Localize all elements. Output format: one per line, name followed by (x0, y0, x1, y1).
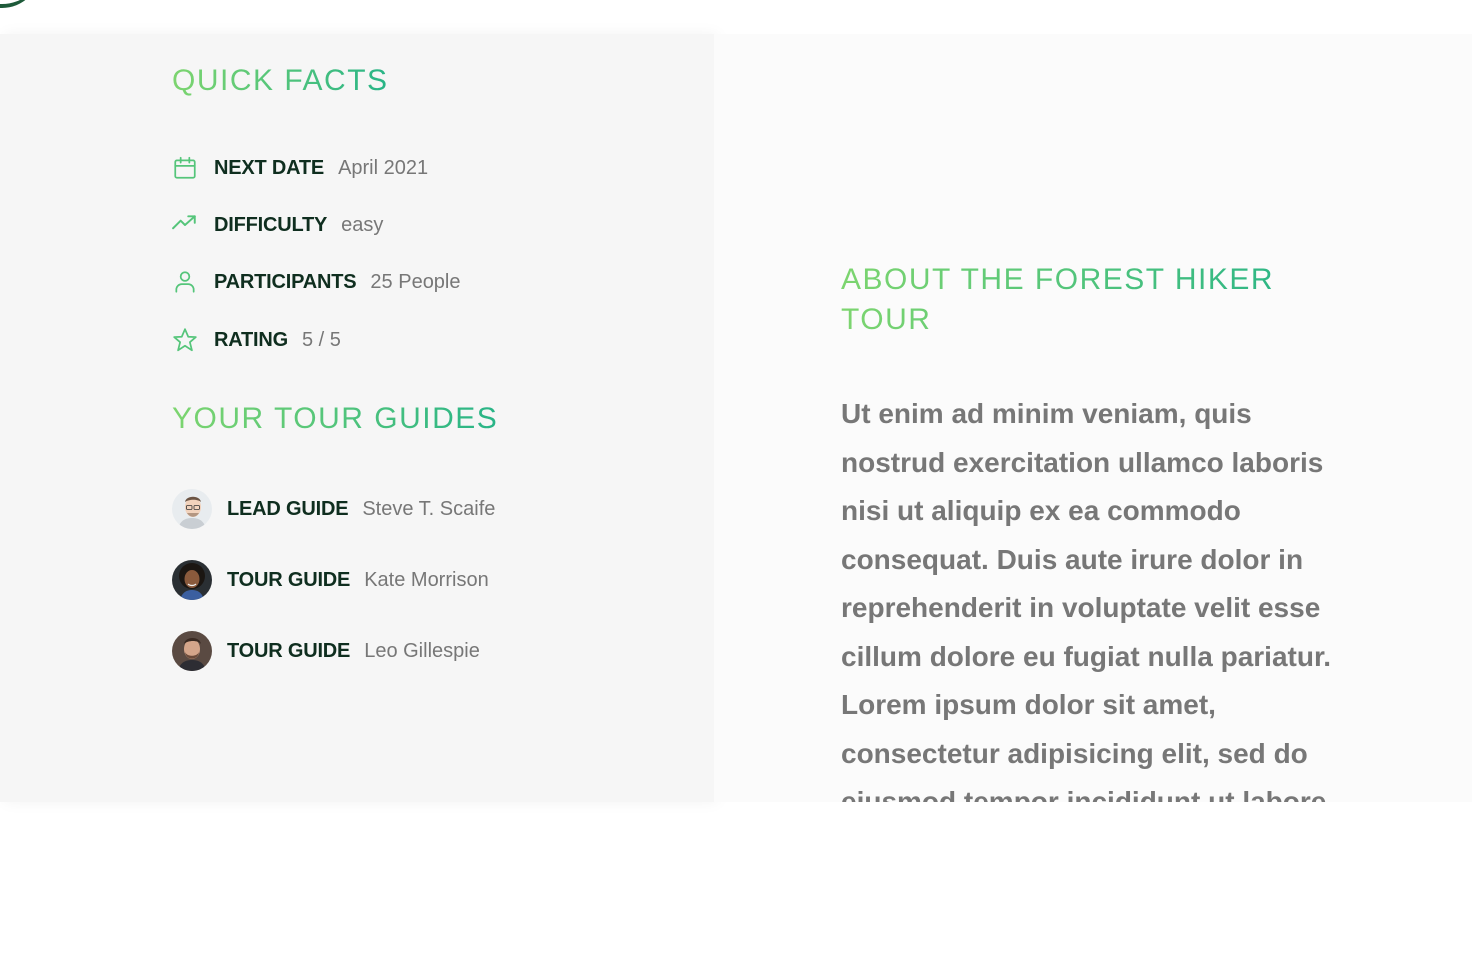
guide-tour-leo: Tour guide Leo Gillespie (172, 629, 480, 673)
guide-tour-kate: Tour guide Kate Morrison (172, 558, 489, 602)
page: Quick facts Next date April 2021 Di (0, 0, 1472, 966)
fact-rating: Rating 5 / 5 (172, 325, 341, 355)
fact-label: Next date (214, 156, 325, 179)
guide-role: Tour guide (227, 568, 351, 591)
avatar (172, 489, 212, 529)
guide-name: Steve T. Scaife (362, 497, 496, 520)
guide-lead: Lead guide Steve T. Scaife (172, 487, 495, 531)
tour-description-panel: About the Forest Hiker Tour Ut enim ad m… (714, 34, 1472, 802)
calendar-icon (172, 155, 198, 181)
quick-facts-panel: Quick facts Next date April 2021 Di (0, 34, 714, 802)
guide-role: Tour guide (227, 639, 351, 662)
fact-next-date: Next date April 2021 (172, 153, 428, 183)
trending-up-icon (172, 212, 198, 238)
fact-label: Difficulty (214, 213, 328, 236)
about-paragraph: Ut enim ad minim veniam, quis nostrud ex… (841, 398, 1332, 802)
avatar (172, 631, 212, 671)
fact-value: 5 / 5 (301, 328, 341, 351)
guide-name: Leo Gillespie (364, 639, 480, 662)
guide-role: Lead guide (227, 497, 349, 520)
fact-value: April 2021 (338, 156, 429, 179)
tour-guides-heading: Your tour guides (172, 402, 499, 435)
quick-facts-heading: Quick facts (172, 64, 389, 97)
fact-value: 25 People (370, 270, 461, 293)
fact-difficulty: Difficulty easy (172, 210, 383, 240)
header-curve-decoration (0, 0, 40, 8)
fact-value: easy (341, 213, 384, 236)
star-icon (172, 327, 198, 353)
about-heading: About the Forest Hiker Tour (841, 260, 1311, 340)
guide-name: Kate Morrison (364, 568, 489, 591)
fact-participants: Participants 25 People (172, 267, 461, 297)
fact-label: Rating (214, 328, 288, 351)
fact-label: Participants (214, 270, 357, 293)
avatar (172, 560, 212, 600)
user-icon (172, 269, 198, 295)
